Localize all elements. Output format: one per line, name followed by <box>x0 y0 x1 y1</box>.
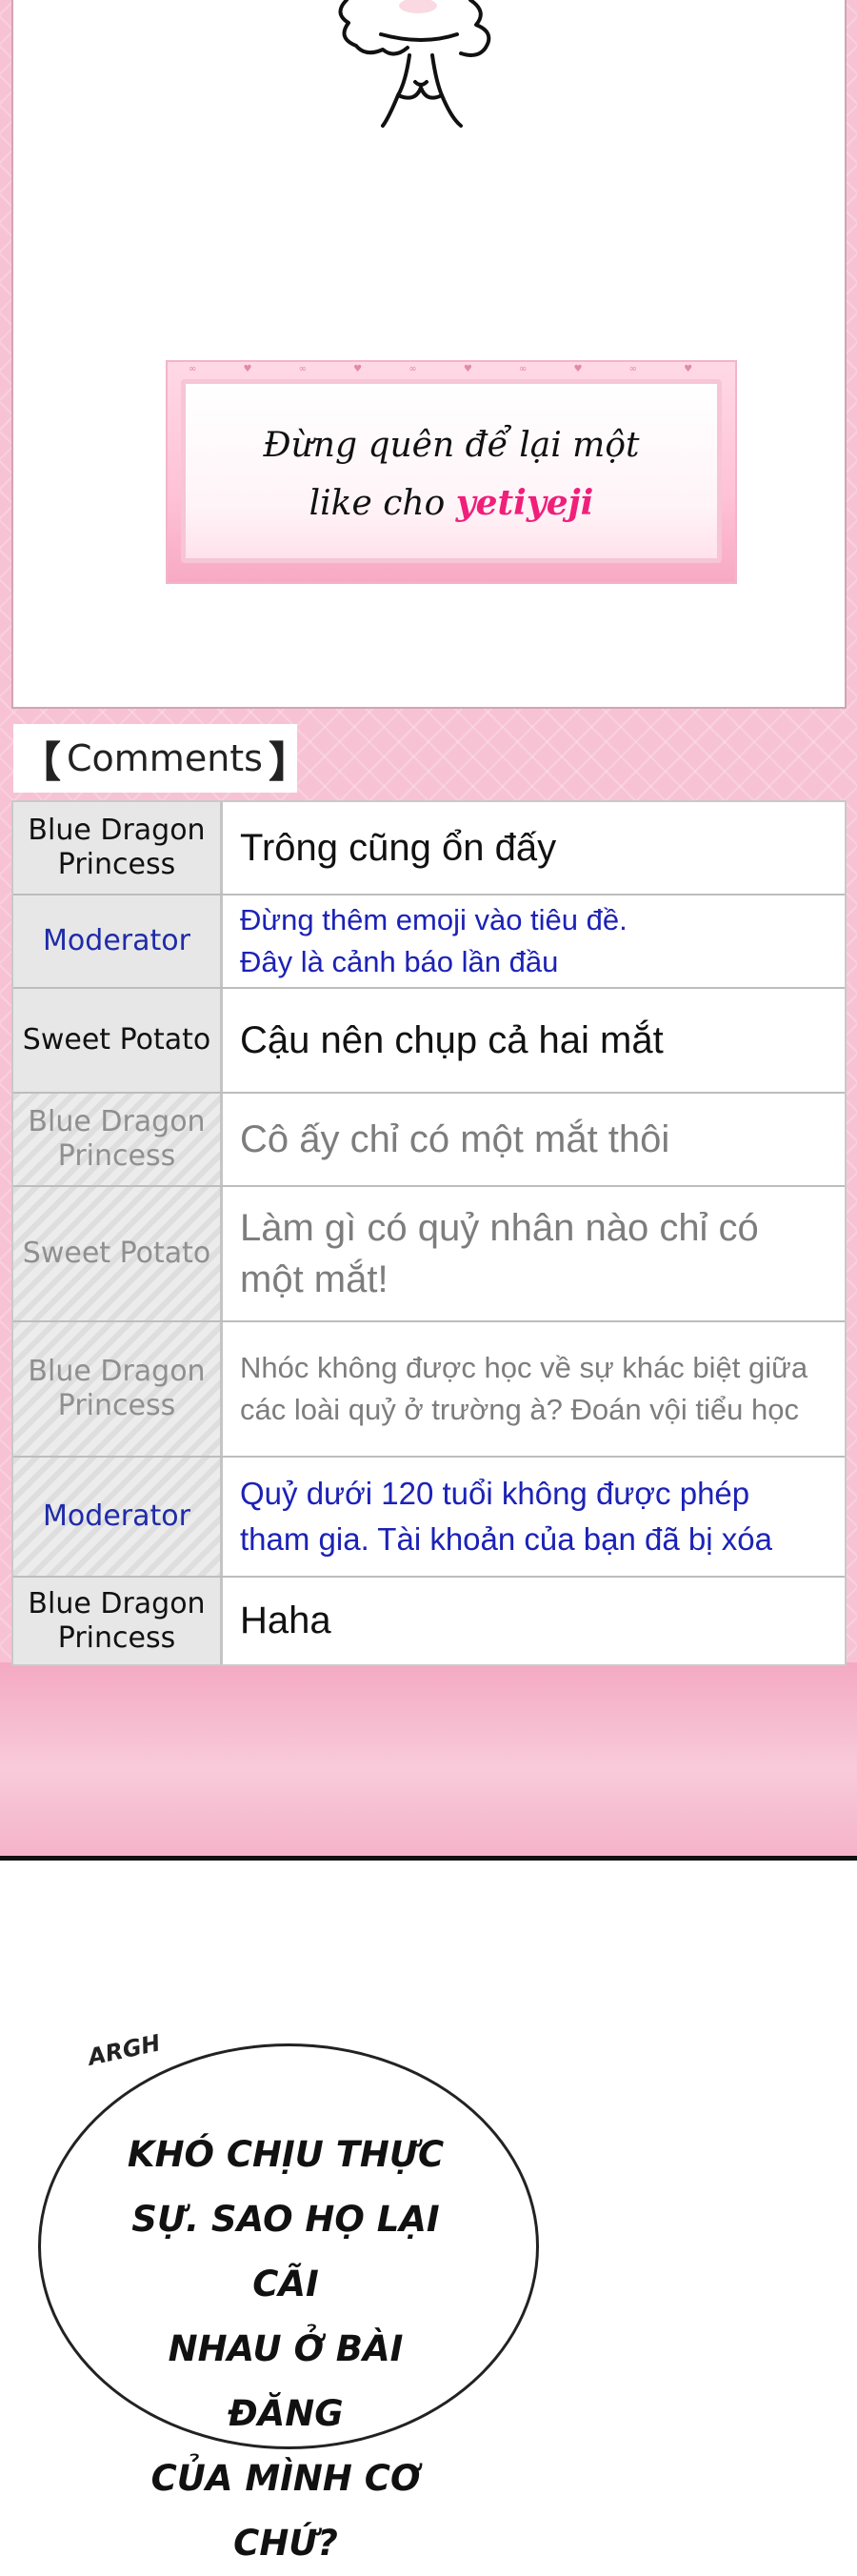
comments-title: Comments <box>67 737 263 779</box>
comment-line: một mắt! <box>240 1258 389 1300</box>
comment-line: Quỷ dưới 120 tuổi không được phép <box>240 1476 750 1511</box>
comment-username: Moderator <box>13 896 223 987</box>
bracket-close: 】 <box>268 738 310 787</box>
comment-message: Nhóc không được học về sự khác biệt giữa… <box>223 1322 845 1456</box>
bracket-open: 【 <box>19 738 61 787</box>
comments-table: Blue Dragon Princess Trông cũng ổn đấy M… <box>11 800 847 1666</box>
comment-row: Moderator Đừng thêm emoji vào tiêu đề. Đ… <box>13 896 845 989</box>
comment-line: Đây là cảnh báo lần đầu <box>240 945 559 978</box>
comment-username: Blue Dragon Princess <box>13 802 223 894</box>
comment-row: Blue Dragon Princess Trông cũng ổn đấy <box>13 802 845 896</box>
comment-message: Cậu nên chụp cả hai mắt <box>223 989 845 1092</box>
pink-gradient-band <box>0 1662 857 1856</box>
comment-username: Blue Dragon Princess <box>13 1322 223 1456</box>
comment-username: Sweet Potato <box>13 989 223 1092</box>
banner-line-2: like cho yetiyeji <box>186 483 717 523</box>
comment-message: Trông cũng ổn đấy <box>223 802 845 894</box>
sound-effect-text: ARGH <box>85 2029 163 2071</box>
comment-row: Sweet Potato Làm gì có quỷ nhân nào chỉ … <box>13 1187 845 1322</box>
banner-brand-name: yetiyeji <box>455 483 594 523</box>
comments-header: 【 Comments 】 <box>13 724 310 793</box>
comment-row: Blue Dragon Princess Nhóc không được học… <box>13 1322 845 1458</box>
comment-line: Cô ấy chỉ có một mắt thôi <box>240 1117 670 1160</box>
comment-line: Haha <box>240 1600 331 1641</box>
comment-row: Sweet Potato Cậu nên chụp cả hai mắt <box>13 989 845 1094</box>
panel-divider <box>0 1856 857 1861</box>
comment-line: Cậu nên chụp cả hai mắt <box>240 1018 664 1061</box>
banner-decoration: ∞ ♥ ∞ ♥ ∞ ♥ ∞ ♥ ∞ ♥ ∞ ♥ ∞ ♥ ∞ ♥ <box>189 364 714 374</box>
comment-message: Haha <box>223 1578 845 1664</box>
comment-row: Moderator Quỷ dưới 120 tuổi không được p… <box>13 1458 845 1578</box>
comment-row: Blue Dragon Princess Cô ấy chỉ có một mắ… <box>13 1094 845 1187</box>
comment-username: Moderator <box>13 1458 223 1576</box>
speech-line: SỰ. SAO HỌ LẠI CÃI <box>131 2199 440 2304</box>
speech-line: CỦA MÌNH CƠ CHỨ? <box>150 2458 421 2564</box>
banner-line-1: Đừng quên để lại một <box>263 426 640 465</box>
comment-message: Quỷ dưới 120 tuổi không được phép tham g… <box>223 1458 845 1576</box>
comment-line: Trông cũng ổn đấy <box>240 826 557 869</box>
comment-username: Blue Dragon Princess <box>13 1094 223 1185</box>
comment-message: Đừng thêm emoji vào tiêu đề. Đây là cảnh… <box>223 896 845 987</box>
top-panel: ∞ ♥ ∞ ♥ ∞ ♥ ∞ ♥ ∞ ♥ ∞ ♥ ∞ ♥ ∞ ♥ Đừng quê… <box>11 0 847 709</box>
comment-message: Làm gì có quỷ nhân nào chỉ có một mắt! <box>223 1187 845 1320</box>
comment-line: các loài quỷ ở trường à? Đoán vội tiểu h… <box>240 1393 800 1426</box>
comment-line: tham gia. Tài khoản của bạn đã bị xóa <box>240 1521 772 1557</box>
comment-username: Sweet Potato <box>13 1187 223 1320</box>
comment-line: Nhóc không được học về sự khác biệt giữa <box>240 1351 808 1384</box>
comment-message: Cô ấy chỉ có một mắt thôi <box>223 1094 845 1185</box>
speech-line: KHÓ CHỊU THỰC <box>127 2134 445 2175</box>
like-reminder-banner: ∞ ♥ ∞ ♥ ∞ ♥ ∞ ♥ ∞ ♥ ∞ ♥ ∞ ♥ ∞ ♥ Đừng quê… <box>166 360 737 584</box>
speech-bubble-text: KHÓ CHỊU THỰC SỰ. SAO HỌ LẠI CÃI NHAU Ở … <box>105 2123 467 2576</box>
comment-line: Đừng thêm emoji vào tiêu đề. <box>240 903 628 936</box>
banner-line-2-text: like cho <box>309 484 456 523</box>
mascot-illustration <box>338 0 491 128</box>
comment-username: Blue Dragon Princess <box>13 1578 223 1664</box>
speech-line: NHAU Ở BÀI ĐĂNG <box>168 2328 404 2434</box>
banner-frame: Đừng quên để lại một like cho yetiyeji <box>181 379 722 563</box>
comment-row: Blue Dragon Princess Haha <box>13 1578 845 1664</box>
comment-line: Làm gì có quỷ nhân nào chỉ có <box>240 1207 759 1249</box>
